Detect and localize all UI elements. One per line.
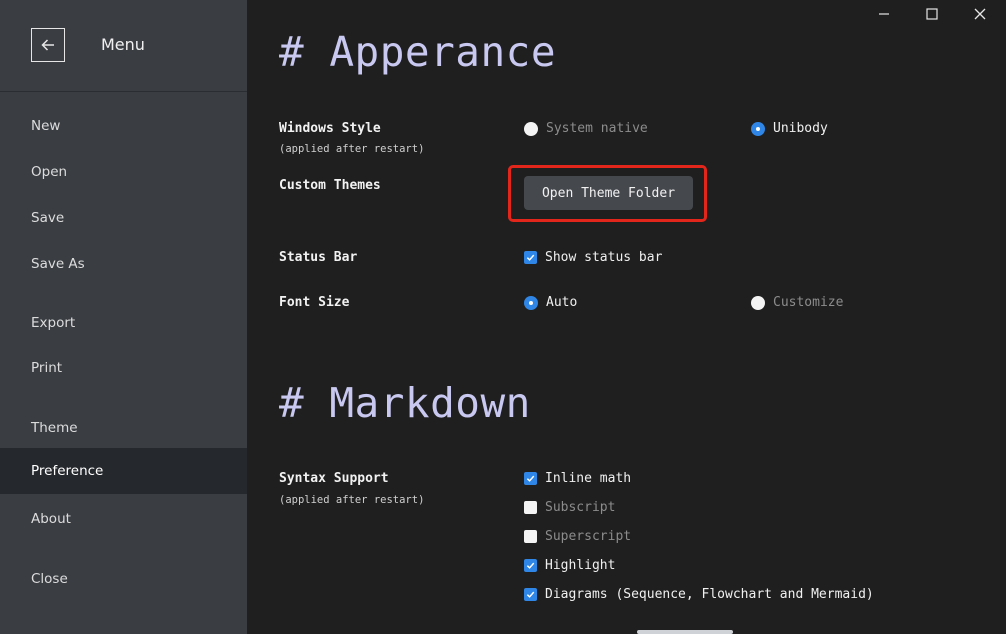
windows-style-system-native[interactable]: System native — [524, 121, 648, 136]
windows-style-note: (applied after restart) — [279, 143, 425, 155]
custom-themes-label: Custom Themes — [279, 178, 381, 193]
minimize-button[interactable] — [864, 0, 904, 28]
status-bar-label: Status Bar — [279, 250, 358, 265]
checkbox[interactable] — [524, 501, 537, 514]
option-label: Unibody — [773, 121, 828, 136]
radio-button-selected[interactable] — [751, 121, 765, 136]
syntax-diagrams[interactable]: Diagrams (Sequence, Flowchart and Mermai… — [524, 587, 874, 602]
sidebar-item-new[interactable]: New — [0, 103, 247, 149]
maximize-icon — [926, 8, 938, 20]
radio-button-selected[interactable] — [524, 295, 538, 310]
windows-style-label: Windows Style — [279, 121, 381, 136]
windows-style-unibody[interactable]: Unibody — [751, 121, 828, 136]
checkbox-checked[interactable] — [524, 588, 537, 601]
show-status-bar-option[interactable]: Show status bar — [524, 250, 662, 265]
sidebar-item-preference[interactable]: Preference — [0, 448, 247, 494]
minimize-icon — [879, 13, 889, 15]
checkmark-icon — [526, 254, 535, 261]
option-label: Subscript — [545, 500, 616, 515]
back-button[interactable] — [31, 28, 65, 62]
scroll-indicator — [637, 630, 733, 634]
sidebar-item-about[interactable]: About — [0, 496, 247, 542]
option-label: Auto — [546, 295, 578, 310]
close-window-button[interactable] — [960, 0, 1000, 28]
font-size-auto[interactable]: Auto — [524, 295, 577, 310]
sidebar-item-theme[interactable]: Theme — [0, 405, 247, 451]
sidebar-item-open[interactable]: Open — [0, 149, 247, 195]
radio-button[interactable] — [751, 295, 765, 310]
sidebar: Menu New Open Save Save As Export Print … — [0, 0, 247, 634]
option-label: Diagrams (Sequence, Flowchart and Mermai… — [545, 587, 874, 602]
checkmark-icon — [526, 591, 535, 598]
syntax-superscript[interactable]: Superscript — [524, 529, 631, 544]
font-size-customize[interactable]: Customize — [751, 295, 843, 310]
checkbox-checked[interactable] — [524, 559, 537, 572]
close-icon — [974, 8, 986, 20]
syntax-subscript[interactable]: Subscript — [524, 500, 615, 515]
checkmark-icon — [526, 475, 535, 482]
sidebar-item-close[interactable]: Close — [0, 556, 247, 602]
sidebar-header: Menu — [0, 0, 247, 92]
option-label: Inline math — [545, 471, 632, 486]
syntax-highlight[interactable]: Highlight — [524, 558, 615, 573]
option-label: Highlight — [545, 558, 616, 573]
sidebar-item-save-as[interactable]: Save As — [0, 241, 247, 287]
font-size-label: Font Size — [279, 295, 350, 310]
checkbox-checked[interactable] — [524, 472, 537, 485]
open-theme-folder-button[interactable]: Open Theme Folder — [524, 176, 693, 210]
syntax-support-note: (applied after restart) — [279, 494, 425, 506]
radio-button[interactable] — [524, 121, 538, 136]
option-label: Customize — [773, 295, 844, 310]
markdown-heading: # Markdown — [279, 379, 531, 427]
sidebar-item-print[interactable]: Print — [0, 345, 247, 391]
arrow-left-icon — [41, 39, 54, 51]
option-label: System native — [546, 121, 648, 136]
checkbox-checked[interactable] — [524, 251, 537, 264]
sidebar-item-export[interactable]: Export — [0, 300, 247, 346]
syntax-support-label: Syntax Support — [279, 471, 389, 486]
option-label: Show status bar — [545, 250, 663, 265]
checkmark-icon — [526, 562, 535, 569]
checkbox[interactable] — [524, 530, 537, 543]
maximize-button[interactable] — [912, 0, 952, 28]
option-label: Superscript — [545, 529, 632, 544]
syntax-inline-math[interactable]: Inline math — [524, 471, 631, 486]
appearance-heading: # Apperance — [279, 28, 557, 76]
menu-title: Menu — [101, 35, 145, 54]
sidebar-item-save[interactable]: Save — [0, 195, 247, 241]
